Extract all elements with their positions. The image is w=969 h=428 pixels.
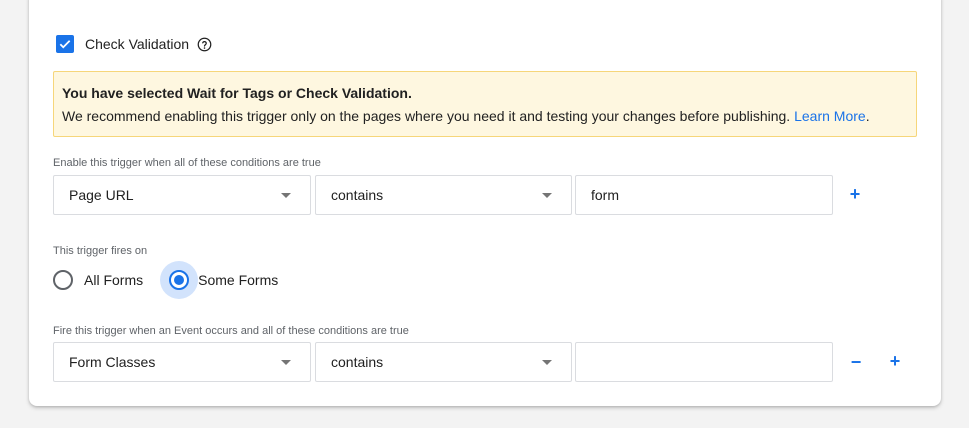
- enable-value-input[interactable]: form: [575, 175, 833, 215]
- enable-operator-select[interactable]: contains: [315, 175, 572, 215]
- all-forms-radio[interactable]: [53, 270, 73, 290]
- check-validation-checkbox[interactable]: [56, 35, 74, 53]
- fire-value-input[interactable]: [575, 342, 833, 382]
- enable-value-text: form: [591, 187, 619, 203]
- enable-variable-value: Page URL: [69, 187, 134, 203]
- add-fire-condition-button[interactable]: +: [885, 351, 905, 371]
- some-forms-radio[interactable]: [169, 270, 190, 290]
- enable-operator-value: contains: [331, 187, 384, 203]
- dropdown-arrow-icon: [542, 360, 552, 365]
- notice-period: .: [865, 108, 870, 124]
- dropdown-arrow-icon: [281, 193, 291, 198]
- fire-operator-value: contains: [331, 354, 384, 370]
- fires-on-radio-group: All Forms Some Forms: [53, 261, 278, 299]
- notice-text: We recommend enabling this trigger only …: [62, 107, 916, 126]
- radio-dot-icon: [174, 275, 185, 285]
- dropdown-arrow-icon: [281, 360, 291, 365]
- enable-variable-select[interactable]: Page URL: [53, 175, 311, 215]
- fire-operator-select[interactable]: contains: [315, 342, 572, 382]
- help-circle-icon[interactable]: [197, 37, 212, 52]
- notice-body: We recommend enabling this trigger only …: [62, 108, 791, 124]
- trigger-config-card: Check Validation You have selected Wait …: [29, 0, 941, 406]
- some-forms-radio-focus[interactable]: [160, 261, 199, 299]
- validation-notice: You have selected Wait for Tags or Check…: [53, 71, 917, 137]
- check-validation-row[interactable]: Check Validation: [56, 32, 212, 56]
- checkmark-icon: [59, 40, 71, 49]
- fire-conditions-label: Fire this trigger when an Event occurs a…: [53, 325, 409, 337]
- remove-fire-condition-button[interactable]: −: [846, 352, 866, 372]
- learn-more-link[interactable]: Learn More: [794, 108, 866, 124]
- check-validation-label: Check Validation: [85, 36, 190, 52]
- dropdown-arrow-icon: [542, 193, 552, 198]
- fires-on-label: This trigger fires on: [53, 245, 148, 257]
- fire-variable-value: Form Classes: [69, 354, 156, 370]
- all-forms-label: All Forms: [84, 272, 144, 288]
- enable-conditions-label: Enable this trigger when all of these co…: [53, 157, 321, 169]
- some-forms-label: Some Forms: [198, 272, 279, 288]
- fire-variable-select[interactable]: Form Classes: [53, 342, 311, 382]
- notice-title: You have selected Wait for Tags or Check…: [62, 85, 412, 101]
- add-enable-condition-button[interactable]: +: [845, 184, 865, 204]
